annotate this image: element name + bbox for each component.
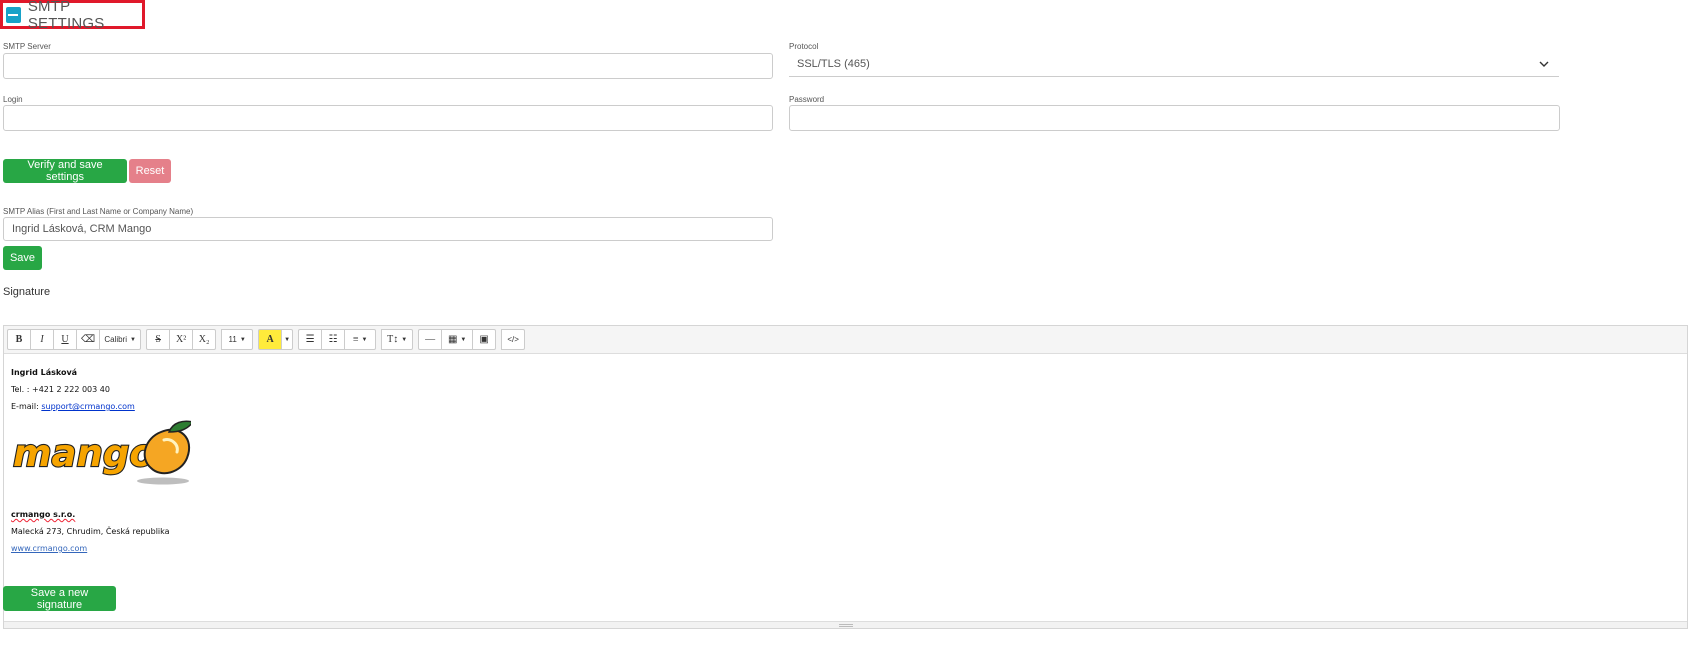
font-family-dropdown[interactable]: Calibri ▼: [99, 329, 142, 350]
font-size-dropdown[interactable]: 11 ▼: [221, 329, 254, 350]
color-dropdown-button[interactable]: ▼: [281, 329, 294, 350]
password-input[interactable]: [789, 105, 1560, 131]
save-signature-button[interactable]: Save a new signature: [3, 586, 116, 611]
smtp-settings-header[interactable]: SMTP SETTINGS: [0, 0, 145, 32]
italic-button[interactable]: I: [30, 329, 54, 350]
chevron-down-icon: [1539, 61, 1549, 67]
font-family-value: Calibri: [104, 335, 127, 344]
signature-editor[interactable]: B I U ⌫ Calibri ▼ S X² X₂ 11 ▼ A ▼ ☰ ☷ ≡ ▼ …: [3, 325, 1688, 629]
eraser-icon[interactable]: ⌫: [76, 329, 101, 350]
unordered-list-icon[interactable]: ☰: [298, 329, 323, 350]
code-view-icon[interactable]: </>: [501, 329, 526, 350]
verify-save-button[interactable]: Verify and save settings: [3, 159, 127, 183]
signature-address: Malecká 273, Chrudim, Česká republika: [11, 527, 170, 536]
section-title: SMTP SETTINGS: [27, 0, 105, 32]
line-height-icon: T↕: [387, 334, 399, 345]
logo-wordmark: mango: [13, 432, 155, 475]
collapse-icon[interactable]: [6, 6, 21, 23]
protocol-label: Protocol: [789, 42, 819, 51]
paragraph-align-dropdown[interactable]: ≡ ▼: [344, 329, 377, 350]
superscript-button[interactable]: X²: [169, 329, 194, 350]
signature-name: Ingrid Lásková: [11, 368, 78, 377]
password-label: Password: [789, 95, 825, 104]
underline-button[interactable]: U: [53, 329, 77, 350]
smtp-server-label: SMTP Server: [3, 42, 51, 51]
bold-button[interactable]: B: [7, 329, 31, 350]
protocol-selected-value: SSL/TLS (465): [797, 57, 870, 70]
horizontal-rule-icon[interactable]: —: [418, 329, 443, 350]
login-label: Login: [3, 95, 23, 104]
editor-resize-handle[interactable]: [4, 621, 1687, 628]
mango-logo-image: mango: [12, 420, 195, 485]
smtp-alias-label: SMTP Alias (First and Last Name or Compa…: [3, 207, 194, 216]
table-icon: ▦: [447, 334, 458, 345]
ordered-list-icon[interactable]: ☷: [321, 329, 346, 350]
strikethrough-button[interactable]: S: [146, 329, 171, 350]
mango-logo: mango: [11, 418, 1680, 494]
font-size-value: 11: [228, 335, 237, 344]
reset-button[interactable]: Reset: [129, 159, 171, 183]
email-link[interactable]: support@crmango.com: [41, 402, 135, 411]
login-input[interactable]: [3, 105, 773, 131]
signature-email-line: E-mail: support@crmango.com: [11, 398, 1680, 415]
email-label: E-mail:: [11, 402, 42, 411]
editor-content[interactable]: Ingrid Lásková Tel. : +421 2 222 003 40 …: [4, 354, 1687, 567]
save-alias-button[interactable]: Save: [3, 246, 42, 270]
highlight-color-button[interactable]: A: [258, 329, 283, 350]
picture-icon[interactable]: ▣: [472, 329, 497, 350]
subscript-button[interactable]: X₂: [192, 329, 217, 350]
smtp-server-input[interactable]: [3, 53, 773, 79]
protocol-select[interactable]: SSL/TLS (465): [789, 51, 1559, 77]
editor-toolbar: B I U ⌫ Calibri ▼ S X² X₂ 11 ▼ A ▼ ☰ ☷ ≡ ▼ …: [4, 326, 1687, 354]
line-height-dropdown[interactable]: T↕ ▼: [381, 329, 414, 350]
smtp-alias-input[interactable]: [3, 217, 773, 241]
signature-company: crmango s.r.o.: [11, 510, 76, 519]
signature-label: Signature: [3, 286, 51, 298]
align-icon: ≡: [352, 334, 359, 345]
signature-phone: Tel. : +421 2 222 003 40: [11, 385, 110, 394]
table-dropdown[interactable]: ▦ ▼: [441, 329, 474, 350]
website-link[interactable]: www.crmango.com: [11, 544, 87, 553]
